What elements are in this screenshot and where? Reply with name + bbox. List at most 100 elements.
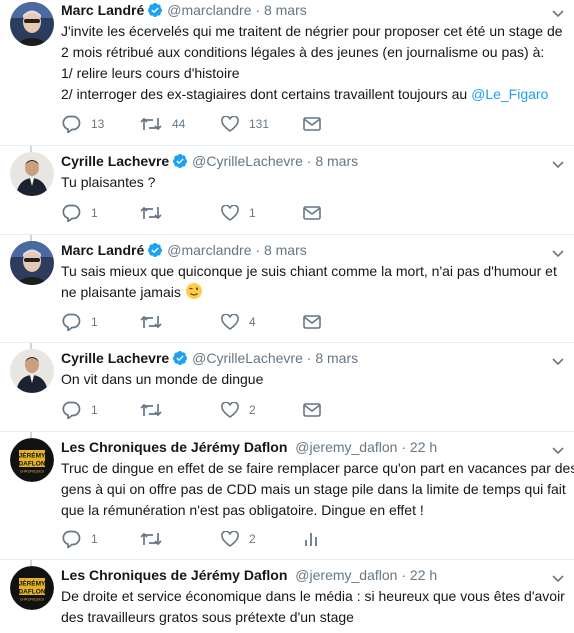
tweet-header: Cyrille Lachevre @CyrilleLachevre · 8 mar…	[61, 151, 358, 171]
avatar[interactable]: JÉRÉMY DAFLON CHRONIQUES	[10, 438, 54, 482]
reply-count: 1	[91, 532, 98, 546]
tweet[interactable]: Cyrille Lachevre @CyrilleLachevre · 8 mar…	[0, 146, 574, 235]
retweet-icon	[140, 532, 162, 546]
direct-message-button[interactable]	[303, 203, 321, 223]
author-handle[interactable]: @jeremy_daflon	[295, 439, 397, 455]
separator: ·	[401, 439, 407, 455]
text-line: On vit dans un monde de dingue	[61, 371, 264, 387]
svg-text:JÉRÉMY: JÉRÉMY	[19, 451, 46, 460]
chevron-down-icon[interactable]	[552, 156, 564, 172]
cyrille-lachevre-avatar	[10, 349, 54, 393]
author-name[interactable]: Les Chroniques de Jérémy Daflon	[61, 567, 287, 583]
analytics-button[interactable]	[303, 529, 319, 549]
direct-message-button[interactable]	[303, 400, 321, 420]
author-handle[interactable]: @marclandre	[167, 242, 251, 258]
timestamp[interactable]: 8 mars	[264, 2, 307, 18]
reply-button[interactable]: 1	[61, 400, 98, 420]
chevron-down-icon[interactable]	[552, 570, 564, 586]
direct-message-button[interactable]	[303, 114, 321, 134]
timestamp[interactable]: 8 mars	[315, 153, 358, 169]
tweet[interactable]: JÉRÉMY DAFLON CHRONIQUES Les Chroniques …	[0, 560, 574, 633]
retweet-button[interactable]	[140, 203, 162, 223]
timestamp[interactable]: 22 h	[410, 439, 437, 455]
tweet-text: On vit dans un monde de dingue	[61, 369, 562, 390]
like-count: 2	[249, 403, 256, 417]
marc-landre-avatar	[10, 2, 54, 46]
timestamp[interactable]: 8 mars	[264, 242, 307, 258]
timestamp[interactable]: 22 h	[410, 567, 437, 583]
marc-landre-avatar	[10, 241, 54, 285]
avatar[interactable]	[10, 152, 54, 196]
author-handle[interactable]: @jeremy_daflon	[295, 567, 397, 583]
author-handle[interactable]: @marclandre	[167, 2, 251, 18]
retweet-button[interactable]	[140, 312, 162, 332]
author-handle[interactable]: @CyrilleLachevre	[192, 350, 303, 366]
retweet-button[interactable]	[140, 529, 162, 549]
chevron-down-icon[interactable]	[552, 5, 564, 21]
tweet-thread: Marc Landré @marclandre · 8 mars J'invite…	[0, 0, 574, 633]
svg-text:CHRONIQUES: CHRONIQUES	[20, 598, 45, 602]
like-count: 2	[249, 532, 256, 546]
text-line: 1/ relire leurs cours d'histoire	[61, 65, 240, 81]
direct-message-button[interactable]	[303, 312, 321, 332]
reply-button[interactable]: 1	[61, 312, 98, 332]
thread-connector	[30, 560, 32, 566]
thread-connector	[30, 432, 32, 438]
verified-icon	[172, 153, 188, 174]
svg-text:DAFLON: DAFLON	[18, 589, 45, 596]
retweet-button[interactable]: 44	[140, 114, 185, 134]
tweet[interactable]: Marc Landré @marclandre · 8 mars Tu sais …	[0, 235, 574, 343]
timestamp[interactable]: 8 mars	[315, 350, 358, 366]
text-line: gens à qui on offre pas de CDD mais un s…	[61, 481, 566, 497]
heart-icon	[221, 205, 239, 221]
reply-button[interactable]: 1	[61, 203, 98, 223]
like-button[interactable]: 131	[221, 114, 269, 134]
reply-button[interactable]: 13	[61, 114, 104, 134]
mention-link[interactable]: @Le_Figaro	[471, 86, 548, 102]
retweet-button[interactable]	[140, 400, 162, 420]
tweet[interactable]: Cyrille Lachevre @CyrilleLachevre · 8 mar…	[0, 343, 574, 432]
tweet-header: Cyrille Lachevre @CyrilleLachevre · 8 mar…	[61, 348, 358, 368]
avatar[interactable]	[10, 241, 54, 285]
text-line: 2/ interroger des ex-stagiaires dont cer…	[61, 86, 472, 102]
tweet-header: Marc Landré @marclandre · 8 mars	[61, 0, 307, 20]
author-name[interactable]: Marc Landré	[61, 2, 144, 18]
separator: ·	[306, 153, 312, 169]
reply-button[interactable]: 1	[61, 529, 98, 549]
like-button[interactable]: 4	[221, 312, 256, 332]
heart-icon	[221, 531, 239, 547]
author-name[interactable]: Marc Landré	[61, 242, 144, 258]
avatar[interactable]: JÉRÉMY DAFLON CHRONIQUES	[10, 566, 54, 610]
text-line: que la rémunération n'est pas obligatoir…	[61, 502, 424, 518]
separator: ·	[401, 567, 407, 583]
svg-text:JÉRÉMY: JÉRÉMY	[19, 579, 46, 588]
like-button[interactable]: 2	[221, 400, 256, 420]
author-name[interactable]: Cyrille Lachevre	[61, 153, 169, 169]
tweet-text: Tu plaisantes ?	[61, 172, 562, 193]
reply-count: 1	[91, 315, 98, 329]
like-count: 1	[249, 206, 256, 220]
author-handle[interactable]: @CyrilleLachevre	[192, 153, 303, 169]
chevron-down-icon[interactable]	[552, 245, 564, 261]
winking-face-emoji	[185, 282, 203, 306]
author-name[interactable]: Les Chroniques de Jérémy Daflon	[61, 439, 287, 455]
tweet[interactable]: Marc Landré @marclandre · 8 mars J'invite…	[0, 0, 574, 146]
text-line: De droite et service économique dans le …	[61, 588, 565, 604]
reply-count: 1	[91, 206, 98, 220]
tweet[interactable]: JÉRÉMY DAFLON CHRONIQUES Les Chroniques …	[0, 432, 574, 560]
author-name[interactable]: Cyrille Lachevre	[61, 350, 169, 366]
retweet-icon	[140, 117, 162, 131]
chevron-down-icon[interactable]	[552, 442, 564, 458]
like-button[interactable]: 1	[221, 203, 256, 223]
avatar[interactable]	[10, 349, 54, 393]
like-button[interactable]: 2	[221, 529, 256, 549]
envelope-icon	[303, 315, 321, 329]
tweet-text: De droite et service économique dans le …	[61, 586, 565, 628]
avatar[interactable]	[10, 2, 54, 46]
reply-icon	[62, 401, 81, 419]
retweet-icon	[140, 206, 162, 220]
chevron-down-icon[interactable]	[552, 353, 564, 369]
verified-icon	[147, 2, 163, 23]
reply-icon	[62, 530, 81, 548]
tweet-header: Marc Landré @marclandre · 8 mars	[61, 240, 307, 260]
